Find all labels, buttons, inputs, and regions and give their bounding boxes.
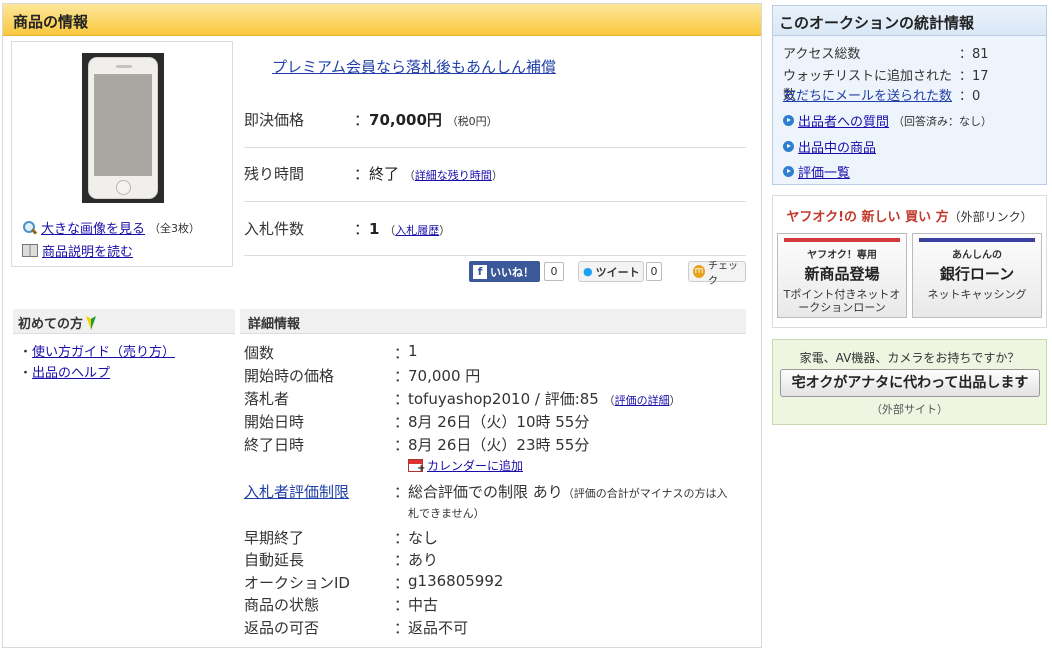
like-count: 0 xyxy=(544,262,564,281)
net-auction-loan-button[interactable]: ヤフオク！専用 新商品登場 Tポイント付きネットオークションローン xyxy=(777,233,907,318)
remaining-time-label: 残り時間 xyxy=(244,164,305,183)
seller-question-row: 出品者への質問 （回答済み：なし） xyxy=(783,111,992,130)
remaining-time-value: 終了 xyxy=(369,164,400,183)
mixi-check-button[interactable]: m チェック xyxy=(688,261,746,287)
detail-row-bidder-limit-note: 札できません） xyxy=(408,507,485,520)
facebook-like-button[interactable]: f いいね！ xyxy=(469,261,540,282)
stat-access: アクセス総数 ：81 xyxy=(783,47,989,62)
beginner-mark-icon xyxy=(86,316,97,330)
phone-speaker xyxy=(116,65,132,68)
detailed-time-link[interactable]: 詳細な残り時間 xyxy=(415,169,492,182)
read-description-row: 商品説明を読む xyxy=(22,241,133,260)
beginner-header: 初めての方 xyxy=(13,309,235,334)
rating-detail-link[interactable]: 評価の詳細 xyxy=(615,394,670,407)
detail-row-bidder-limit: 入札者評価制限：総合評価での制限 あり（評価の合計がマイナスの方は入 xyxy=(244,481,728,502)
twitter-bird-icon: ● xyxy=(583,265,593,278)
item-image-box: 大きな画像を見る （全3枚） 商品説明を読む xyxy=(11,41,233,267)
bid-count-row: 入札件数 ：1 （入札履歴） xyxy=(244,219,451,238)
rating-list-row: 評価一覧 xyxy=(783,162,850,181)
new-way-to-buy-title: ヤフオク!の 新しい 買い 方（外部リンク） xyxy=(786,210,1033,225)
bid-count-label: 入札件数 xyxy=(244,219,305,238)
takuoku-panel: 家電、AV機器、カメラをお持ちですか？ 宅オクがアナタに代わって出品します （外… xyxy=(772,339,1047,425)
rating-list-link[interactable]: 評価一覧 xyxy=(798,162,850,181)
item-info-header: 商品の情報 xyxy=(3,4,761,36)
arrow-right-icon xyxy=(783,166,794,177)
phone-body xyxy=(88,57,158,199)
buyout-tax: （税0円） xyxy=(446,114,498,128)
facebook-icon: f xyxy=(473,264,487,279)
detail-row-return: 返品の可否：返品不可 xyxy=(244,619,469,637)
remaining-time-row: 残り時間 ：終了 （詳細な残り時間） xyxy=(244,164,503,183)
detail-row-quantity: 個数： 1 xyxy=(244,342,418,362)
takuoku-external: （外部サイト） xyxy=(871,403,948,416)
detail-row-early-end: 早期終了：なし xyxy=(244,529,439,547)
detail-row-start-time: 開始日時： 8月 26日（火）10時 55分 xyxy=(244,413,590,431)
mixi-icon: m xyxy=(693,265,706,278)
seller-question-link[interactable]: 出品者への質問 xyxy=(798,111,889,130)
read-description-link[interactable]: 商品説明を読む xyxy=(42,241,133,260)
details-header: 詳細情報 xyxy=(240,309,746,334)
phone-screen xyxy=(94,74,152,176)
divider xyxy=(244,255,746,256)
calendar-row: カレンダーに追加 xyxy=(408,457,523,474)
phone-home-button xyxy=(116,180,131,195)
mail-friends-link[interactable]: 友だちにメールを送られた数 xyxy=(783,85,959,104)
add-to-calendar-link[interactable]: カレンダーに追加 xyxy=(427,457,523,474)
detail-row-auto-extend: 自動延長：あり xyxy=(244,551,439,569)
takuoku-button[interactable]: 宅オクがアナタに代わって出品します xyxy=(780,369,1040,397)
arrow-right-icon xyxy=(783,115,794,126)
bank-loan-button[interactable]: あんしんの 銀行ローン ネットキャッシング xyxy=(912,233,1042,318)
image-count: （全3枚） xyxy=(149,221,201,235)
seller-listings-row: 出品中の商品 xyxy=(783,137,876,156)
detail-row-winner: 落札者： tofuyashop2010 / 評価:85 （評価の詳細） xyxy=(244,390,681,408)
detail-row-auction-id: オークションID： g136805992 xyxy=(244,572,504,592)
detail-row-condition: 商品の状態：中古 xyxy=(244,596,439,614)
detail-row-start-price: 開始時の価格： 70,000 円 xyxy=(244,367,481,385)
bidder-rating-limit-link[interactable]: 入札者評価制限 xyxy=(244,481,394,502)
buyout-price-row: 即決価格 ：70,000円 （税0円） xyxy=(244,110,498,129)
book-icon xyxy=(22,244,38,257)
help-link[interactable]: 出品のヘルプ xyxy=(32,366,110,381)
premium-member-link[interactable]: プレミアム会員なら落札後もあんしん補償 xyxy=(272,56,556,77)
buyout-price-value: 70,000円 xyxy=(369,110,442,129)
bid-history-link[interactable]: 入札履歴 xyxy=(395,224,439,237)
auction-stats-panel: このオークションの統計情報 アクセス総数 ：81 ウォッチリストに追加された数 ：1… xyxy=(772,5,1047,185)
view-large-image-link[interactable]: 大きな画像を見る xyxy=(41,218,145,237)
calendar-add-icon xyxy=(408,459,425,474)
item-photo[interactable] xyxy=(82,53,164,203)
magnifier-icon xyxy=(22,220,37,235)
takuoku-question: 家電、AV機器、カメラをお持ちですか？ xyxy=(799,351,1020,365)
detail-row-end-time: 終了日時： 8月 26日（火）23時 55分 xyxy=(244,436,590,454)
arrow-right-icon xyxy=(783,141,794,152)
bid-count-value: 1 xyxy=(369,219,380,238)
buyout-price-label: 即決価格 xyxy=(244,110,305,129)
beginner-item: ・出品のヘルプ xyxy=(19,366,111,381)
new-way-to-buy-panel: ヤフオク!の 新しい 買い 方（外部リンク） ヤフオク！専用 新商品登場 Tポイ… xyxy=(772,195,1047,328)
tweet-button[interactable]: ● ツイート xyxy=(578,261,644,282)
view-large-image-row: 大きな画像を見る （全3枚） xyxy=(22,218,200,237)
stat-mail: 友だちにメールを送られた数 ：0 xyxy=(783,85,1043,104)
auction-stats-header: このオークションの統計情報 xyxy=(773,6,1046,36)
guide-link[interactable]: 使い方ガイド（売り方） xyxy=(32,345,175,360)
beginner-item: ・使い方ガイド（売り方） xyxy=(19,345,176,360)
tweet-count: 0 xyxy=(646,262,662,281)
seller-listings-link[interactable]: 出品中の商品 xyxy=(798,137,876,156)
